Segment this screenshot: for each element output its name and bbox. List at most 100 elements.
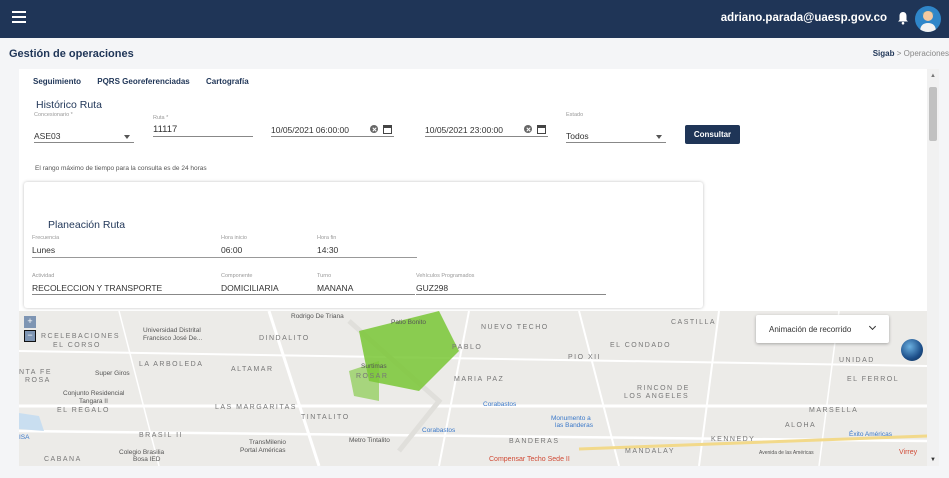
turno-field: Turno MANANA bbox=[317, 273, 415, 295]
menu-icon[interactable] bbox=[12, 11, 26, 25]
range-note: El rango máximo de tiempo para la consul… bbox=[35, 165, 207, 172]
map-label: Universidad Distrital bbox=[143, 327, 201, 334]
scroll-up-icon[interactable]: ▲ bbox=[930, 73, 936, 79]
chevron-down-icon bbox=[656, 135, 662, 139]
map-label: las Banderas bbox=[555, 422, 593, 429]
scroll-down-icon[interactable]: ▼ bbox=[930, 457, 936, 463]
map-label: NUEVO TECHO bbox=[481, 324, 549, 331]
map-label: ALTAMAR bbox=[231, 366, 274, 373]
fecha-fin-input[interactable]: 10/05/2021 23:00:00 bbox=[425, 123, 548, 137]
map-label: Avenida de las Américas bbox=[759, 450, 814, 456]
map-label: LOS ANGELES bbox=[624, 393, 690, 400]
planeacion-title: Planeación Ruta bbox=[48, 219, 126, 231]
breadcrumb: Sigab > Operaciones bbox=[873, 49, 949, 58]
fecha-inicio-input[interactable]: 10/05/2021 06:00:00 bbox=[271, 123, 394, 137]
map-label: Patio Bonito bbox=[391, 319, 427, 326]
map-label: Metro Tintalito bbox=[349, 437, 390, 444]
map[interactable]: + − Rodrigo De Triana Patio Bonito NUEVO… bbox=[19, 311, 927, 466]
concesionario-select[interactable]: Concesionario * ASE03 bbox=[34, 112, 134, 143]
map-label: LAS MARGARITAS bbox=[215, 404, 297, 411]
page-header: Gestión de operaciones Sigab > Operacion… bbox=[0, 38, 949, 68]
avatar[interactable] bbox=[915, 6, 941, 32]
map-label: MANDALAY bbox=[625, 448, 675, 455]
actividad-field: Actividad RECOLECCION Y TRANSPORTE bbox=[32, 273, 222, 295]
planeacion-card: Planeación Ruta Frecuencia Lunes Hora in… bbox=[24, 182, 703, 308]
map-label: LA ARBOLEDA bbox=[139, 361, 204, 368]
map-label: Conjunto Residencial bbox=[63, 390, 125, 397]
hora-fin-field: Hora fin 14:30 bbox=[317, 235, 339, 255]
main-panel: Seguimiento PQRS Georeferenciadas Cartog… bbox=[19, 69, 927, 466]
map-label: PIO XII bbox=[568, 354, 602, 361]
map-label: UNIDAD bbox=[839, 357, 875, 364]
map-label: BRASIL II bbox=[139, 432, 183, 439]
map-label: CABANA bbox=[44, 456, 82, 463]
globe-icon[interactable] bbox=[901, 339, 923, 361]
tab-pqrs-georeferenciadas[interactable]: PQRS Georeferenciadas bbox=[97, 77, 189, 86]
map-label: ISA bbox=[19, 434, 30, 441]
map-label: Monumento a bbox=[551, 415, 591, 422]
map-label: Bosa IED bbox=[133, 456, 161, 463]
calendar-icon[interactable] bbox=[537, 125, 546, 134]
user-email[interactable]: adriano.parada@uaesp.gov.co bbox=[721, 12, 887, 24]
consultar-button[interactable]: Consultar bbox=[685, 125, 740, 144]
chevron-down-icon bbox=[124, 135, 130, 139]
calendar-icon[interactable] bbox=[383, 125, 392, 134]
tab-cartografia[interactable]: Cartografía bbox=[206, 77, 249, 86]
map-label: EL FERROL bbox=[847, 376, 900, 383]
map-label: Corabastos bbox=[422, 427, 456, 434]
zoom-in-button[interactable]: + bbox=[24, 316, 36, 328]
map-label: NTA FE bbox=[19, 369, 52, 376]
breadcrumb-root[interactable]: Sigab bbox=[873, 49, 895, 58]
chevron-down-icon bbox=[868, 322, 877, 331]
map-label: Colegio Brasilia bbox=[119, 449, 165, 456]
map-label: Portal Américas bbox=[240, 447, 286, 454]
scroll-thumb[interactable] bbox=[929, 87, 937, 141]
map-label: CASTILLA bbox=[671, 319, 717, 326]
ruta-input[interactable]: Ruta * 11117 bbox=[153, 115, 253, 137]
map-label: Compensar Techo Sede II bbox=[489, 456, 570, 463]
bell-icon[interactable] bbox=[897, 11, 909, 25]
map-label: Tangara II bbox=[79, 398, 108, 405]
ruta-value: 11117 bbox=[153, 123, 253, 137]
map-label: ALOHA bbox=[785, 422, 817, 429]
map-label: EL REGALO bbox=[57, 407, 110, 414]
map-label: RCELEBACIONES bbox=[41, 333, 121, 340]
map-label: RINCON DE bbox=[637, 385, 690, 392]
clear-icon[interactable] bbox=[370, 125, 378, 133]
map-label: Corabastos bbox=[483, 401, 517, 408]
concesionario-value: ASE03 bbox=[34, 129, 134, 143]
map-label: EL CONDADO bbox=[610, 342, 672, 349]
clear-icon[interactable] bbox=[524, 125, 532, 133]
map-label: Francisco José De... bbox=[143, 335, 203, 342]
map-label: DINDALITO bbox=[259, 335, 310, 342]
vehiculos-field: Vehículos Programados GUZ298 bbox=[416, 273, 606, 295]
map-label: Virrey bbox=[899, 449, 918, 456]
map-label: TransMilenio bbox=[249, 439, 286, 446]
map-label: ROSA bbox=[25, 377, 51, 384]
breadcrumb-current: Operaciones bbox=[903, 49, 949, 58]
componente-field: Componente DOMICILIARIA bbox=[221, 273, 317, 295]
breadcrumb-separator: > bbox=[896, 49, 902, 58]
map-label: PABLO bbox=[452, 344, 483, 351]
map-label: Surtimas bbox=[361, 363, 387, 370]
divider bbox=[32, 257, 417, 258]
map-label: Super Giros bbox=[95, 370, 130, 377]
animation-select-label: Animación de recorrido bbox=[769, 325, 852, 334]
frecuencia-field: Frecuencia Lunes bbox=[32, 235, 60, 255]
map-label: MARIA PAZ bbox=[454, 376, 505, 383]
tab-seguimiento[interactable]: Seguimiento bbox=[33, 77, 81, 86]
estado-value: Todos bbox=[566, 129, 666, 143]
scrollbar[interactable]: ▲ ▼ bbox=[927, 69, 939, 466]
map-label: KENNEDY bbox=[711, 436, 756, 443]
map-label: EL CORSO bbox=[53, 342, 101, 349]
historico-title: Histórico Ruta bbox=[36, 99, 102, 111]
top-bar: adriano.parada@uaesp.gov.co bbox=[0, 0, 949, 38]
map-label: TINTALITO bbox=[301, 414, 350, 421]
estado-select[interactable]: Estado Todos bbox=[566, 112, 666, 143]
tabs: Seguimiento PQRS Georeferenciadas Cartog… bbox=[33, 77, 263, 86]
animation-select[interactable]: Animación de recorrido bbox=[756, 315, 889, 343]
zoom-out-button[interactable]: − bbox=[24, 330, 36, 342]
hora-inicio-field: Hora inicio 06:00 bbox=[221, 235, 247, 255]
map-label: Éxito Américas bbox=[849, 431, 892, 438]
map-label: MARSELLA bbox=[809, 407, 859, 414]
